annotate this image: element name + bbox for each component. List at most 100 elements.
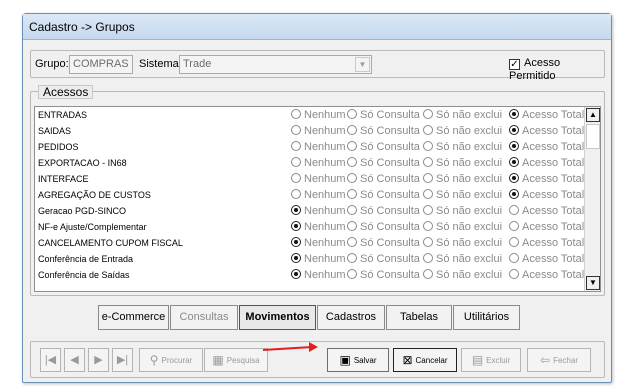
- access-option-label: Nenhum: [304, 157, 346, 169]
- access-row-name: Conferência de Saídas: [38, 270, 130, 280]
- access-option-radio[interactable]: Nenhum: [291, 219, 346, 235]
- access-option-radio[interactable]: Só Consulta: [347, 235, 420, 251]
- radio-icon: [291, 205, 301, 215]
- access-option-label: Só Consulta: [360, 237, 420, 249]
- access-option-label: Acesso Total: [522, 125, 585, 137]
- access-option-radio[interactable]: Só não exclui: [423, 219, 502, 235]
- access-option-radio[interactable]: Nenhum: [291, 107, 346, 123]
- access-option-radio[interactable]: Só Consulta: [347, 219, 420, 235]
- radio-icon: [509, 253, 519, 263]
- access-option-radio[interactable]: Nenhum: [291, 187, 346, 203]
- radio-icon: [291, 157, 301, 167]
- tab-movimentos[interactable]: Movimentos: [239, 305, 316, 330]
- pesquisa-button[interactable]: ▦ Pesquisa: [204, 348, 268, 372]
- radio-icon: [291, 173, 301, 183]
- access-option-radio[interactable]: Só Consulta: [347, 107, 420, 123]
- access-option-radio[interactable]: Nenhum: [291, 139, 346, 155]
- sistema-select[interactable]: Trade ▼: [179, 55, 372, 74]
- access-option-radio[interactable]: Só não exclui: [423, 139, 502, 155]
- access-option-radio[interactable]: Só não exclui: [423, 251, 502, 267]
- scroll-up-icon[interactable]: ▲: [586, 108, 600, 122]
- access-option-radio[interactable]: Só não exclui: [423, 203, 502, 219]
- access-row-name: CANCELAMENTO CUPOM FISCAL: [38, 238, 183, 248]
- acesso-permitido-checkbox[interactable]: ✓ Acesso Permitido: [509, 57, 604, 82]
- access-option-label: Só não exclui: [436, 253, 503, 265]
- access-option-radio[interactable]: Só Consulta: [347, 187, 420, 203]
- grupo-field[interactable]: COMPRAS: [69, 55, 133, 74]
- radio-icon: [423, 157, 433, 167]
- access-option-radio[interactable]: Só Consulta: [347, 251, 420, 267]
- exit-door-icon: ⇦: [540, 353, 551, 367]
- access-option-radio[interactable]: Só não exclui: [423, 107, 502, 123]
- access-option-radio[interactable]: Só não exclui: [423, 235, 502, 251]
- access-option-radio[interactable]: Nenhum: [291, 235, 346, 251]
- acessos-list[interactable]: ENTRADAS Nenhum Só Consulta Só não exclui Ac…: [34, 106, 601, 292]
- radio-icon: [347, 109, 357, 119]
- access-option-radio[interactable]: Acesso Total: [509, 171, 584, 187]
- procurar-button[interactable]: ⚲ Procurar: [139, 348, 203, 372]
- access-option-radio[interactable]: Nenhum: [291, 155, 346, 171]
- access-option-radio[interactable]: Acesso Total: [509, 107, 584, 123]
- radio-icon: [423, 125, 433, 135]
- access-option-radio[interactable]: Nenhum: [291, 171, 346, 187]
- tab-tabelas[interactable]: Tabelas: [386, 305, 452, 330]
- access-option-radio[interactable]: Só não exclui: [423, 267, 502, 283]
- vertical-scrollbar[interactable]: ▲ ▼: [584, 107, 600, 291]
- access-option-label: Nenhum: [304, 205, 346, 217]
- access-option-radio[interactable]: Acesso Total: [509, 267, 584, 283]
- access-option-label: Só Consulta: [360, 221, 420, 233]
- table-row: SAIDAS Nenhum Só Consulta Só não exclui Aces…: [35, 123, 600, 139]
- excluir-button[interactable]: ▤ Excluir: [461, 348, 521, 372]
- radio-icon: [423, 237, 433, 247]
- next-record-icon[interactable]: ▶: [88, 348, 109, 372]
- access-option-radio[interactable]: Só Consulta: [347, 171, 420, 187]
- table-row: AGREGAÇÃO DE CUSTOS Nenhum Só Consulta Só n…: [35, 187, 600, 203]
- access-option-label: Só Consulta: [360, 109, 420, 121]
- access-option-radio[interactable]: Nenhum: [291, 123, 346, 139]
- access-option-label: Só Consulta: [360, 189, 420, 201]
- access-option-radio[interactable]: Acesso Total: [509, 235, 584, 251]
- access-option-radio[interactable]: Só Consulta: [347, 203, 420, 219]
- access-option-radio[interactable]: Acesso Total: [509, 155, 584, 171]
- radio-icon: [291, 253, 301, 263]
- access-option-radio[interactable]: Só Consulta: [347, 139, 420, 155]
- access-option-radio[interactable]: Só Consulta: [347, 123, 420, 139]
- tab-e-commerce[interactable]: e-Commerce: [98, 305, 169, 330]
- radio-icon: [347, 237, 357, 247]
- access-option-radio[interactable]: Só não exclui: [423, 187, 502, 203]
- tab-consultas[interactable]: Consultas: [170, 305, 238, 330]
- access-option-radio[interactable]: Só não exclui: [423, 155, 502, 171]
- cadastro-grupos-window: Cadastro -> Grupos Grupo: COMPRAS Sistem…: [22, 13, 612, 383]
- table-row: Conferência de Entrada Nenhum Só Consulta S…: [35, 251, 600, 267]
- access-option-radio[interactable]: Só Consulta: [347, 267, 420, 283]
- access-option-label: Nenhum: [304, 189, 346, 201]
- scroll-thumb[interactable]: [586, 124, 600, 149]
- previous-record-icon[interactable]: ◀: [64, 348, 85, 372]
- scroll-down-icon[interactable]: ▼: [586, 276, 600, 290]
- access-option-radio[interactable]: Nenhum: [291, 203, 346, 219]
- access-option-radio[interactable]: Nenhum: [291, 267, 346, 283]
- last-record-icon[interactable]: ▶|: [112, 348, 133, 372]
- access-option-radio[interactable]: Só não exclui: [423, 123, 502, 139]
- access-option-radio[interactable]: Acesso Total: [509, 139, 584, 155]
- fechar-button[interactable]: ⇦ Fechar: [527, 348, 591, 372]
- radio-icon: [509, 221, 519, 231]
- access-option-radio[interactable]: Acesso Total: [509, 251, 584, 267]
- access-option-radio[interactable]: Acesso Total: [509, 123, 584, 139]
- access-option-radio[interactable]: Acesso Total: [509, 187, 584, 203]
- access-option-radio[interactable]: Só não exclui: [423, 171, 502, 187]
- cancelar-button[interactable]: ⊠ Cancelar: [393, 348, 457, 372]
- access-option-radio[interactable]: Acesso Total: [509, 203, 584, 219]
- access-option-radio[interactable]: Nenhum: [291, 251, 346, 267]
- tab-cadastros[interactable]: Cadastros: [317, 305, 385, 330]
- first-record-icon[interactable]: |◀: [40, 348, 61, 372]
- radio-icon: [423, 221, 433, 231]
- access-option-radio[interactable]: Só Consulta: [347, 155, 420, 171]
- chevron-down-icon[interactable]: ▼: [355, 57, 370, 72]
- radio-icon: [291, 141, 301, 151]
- radio-icon: [509, 125, 519, 135]
- salvar-button[interactable]: ▣ Salvar: [327, 348, 389, 372]
- access-option-label: Só Consulta: [360, 157, 420, 169]
- access-option-radio[interactable]: Acesso Total: [509, 219, 584, 235]
- tab-utilitarios[interactable]: Utilitários: [453, 305, 520, 330]
